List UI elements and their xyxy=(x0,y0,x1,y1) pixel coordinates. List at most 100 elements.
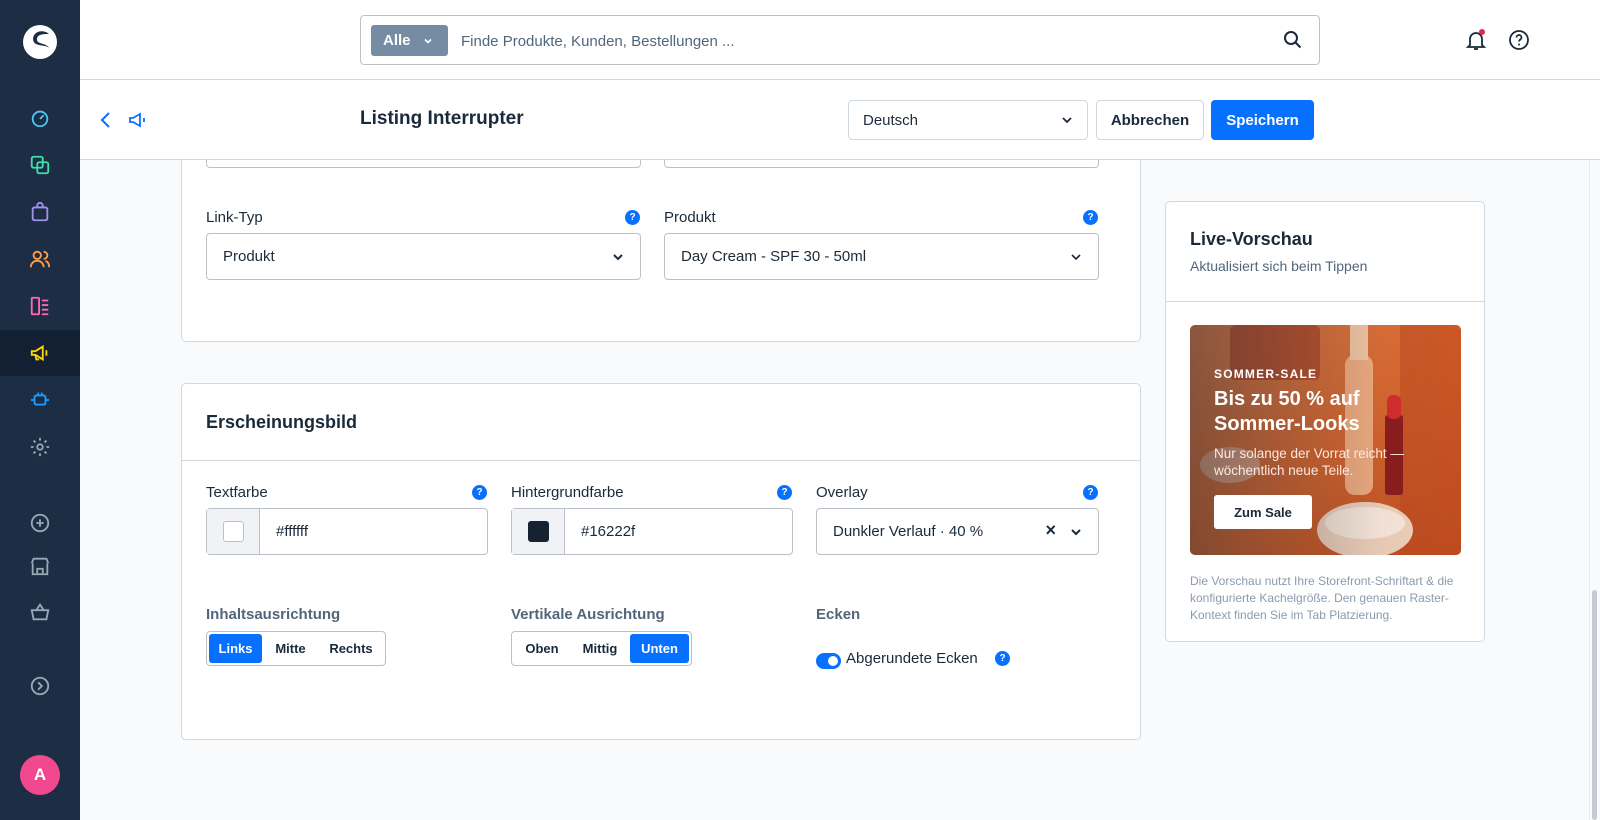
module-icon xyxy=(128,110,148,135)
rounded-corners-toggle[interactable] xyxy=(816,653,841,669)
sidebar-item-marketing[interactable] xyxy=(0,330,80,376)
bg-color-value[interactable]: #16222f xyxy=(565,509,635,554)
preview-tile: SOMMER-SALE Bis zu 50 % auf Sommer-Looks… xyxy=(1190,325,1461,555)
shopware-logo[interactable] xyxy=(22,24,58,60)
cancel-button[interactable]: Abbrechen xyxy=(1096,100,1204,140)
product-select[interactable]: Day Cream - SPF 30 - 50ml xyxy=(664,233,1099,280)
shop-icon xyxy=(30,603,50,621)
sidebar-expand[interactable] xyxy=(0,663,80,709)
help-circle-icon xyxy=(1509,30,1529,50)
language-value: Deutsch xyxy=(863,111,919,129)
sidebar-item-extensions[interactable] xyxy=(0,377,80,423)
chevron-down-icon xyxy=(1062,117,1072,124)
sidebar-item-customers[interactable] xyxy=(0,236,80,282)
corners-label: Ecken xyxy=(816,606,861,623)
valign-top-button[interactable]: Oben xyxy=(514,634,570,663)
preview-note: Die Vorschau nutzt Ihre Storefront-Schri… xyxy=(1190,574,1454,622)
page-title: Listing Interrupter xyxy=(360,108,524,129)
overlay-label: Overlay xyxy=(816,484,868,501)
text-color-swatch xyxy=(222,521,244,542)
sidebar-item-dashboard[interactable] xyxy=(0,95,80,141)
sales-channel-icon xyxy=(30,557,50,576)
save-button[interactable]: Speichern xyxy=(1211,100,1314,140)
chevron-down-icon xyxy=(1071,254,1081,261)
align-left-button[interactable]: Links xyxy=(209,634,262,663)
overlay-value: Dunkler Verlauf · 40 % xyxy=(833,523,984,540)
help-icon[interactable]: ? xyxy=(1083,210,1098,225)
preview-subtitle: Aktualisiert sich beim Tippen xyxy=(1190,258,1368,274)
search-icon[interactable] xyxy=(1283,30,1303,50)
align-center-button[interactable]: Mitte xyxy=(262,634,319,663)
clear-icon[interactable]: × xyxy=(1045,520,1056,541)
avatar[interactable]: A xyxy=(20,755,60,795)
card-title: Erscheinungsbild xyxy=(206,412,358,432)
appearance-card: Erscheinungsbild Textfarbe ? #ffffff Hin… xyxy=(181,383,1141,740)
help-icon[interactable]: ? xyxy=(625,210,640,225)
language-switch[interactable]: Deutsch xyxy=(848,100,1088,140)
preview-title: Live-Vorschau xyxy=(1190,229,1313,249)
chevron-down-icon xyxy=(613,254,623,261)
overlay-select[interactable]: Dunkler Verlauf · 40 % × xyxy=(816,508,1099,555)
sidebar-item-add-sales-channel[interactable] xyxy=(0,500,80,546)
sidebar-item-catalogue[interactable] xyxy=(0,142,80,188)
notifications-button[interactable] xyxy=(1465,29,1487,56)
valign-bottom-button[interactable]: Unten xyxy=(630,634,689,663)
sidebar-item-sales-channel[interactable] xyxy=(0,543,80,589)
back-button[interactable] xyxy=(98,110,114,135)
rounded-corners-label: Abgerundete Ecken xyxy=(846,650,978,667)
link-type-select[interactable]: Produkt xyxy=(206,233,641,280)
global-search: Alle xyxy=(360,15,1320,65)
preview-cta-button[interactable]: Zum Sale xyxy=(1214,495,1312,529)
valign-middle-button[interactable]: Mittig xyxy=(570,634,630,663)
bg-color-field[interactable]: #16222f xyxy=(511,508,793,555)
bg-color-swatch xyxy=(527,521,549,542)
sidebar-item-shop[interactable] xyxy=(0,589,80,635)
catalogue-icon xyxy=(30,155,50,175)
help-icon[interactable]: ? xyxy=(995,651,1010,666)
content-alignment-label: Inhaltsausrichtung xyxy=(206,606,341,623)
help-icon[interactable]: ? xyxy=(1083,485,1098,500)
bg-color-label: Hintergrundfarbe xyxy=(511,484,624,501)
divider xyxy=(1166,301,1484,302)
orders-icon xyxy=(31,201,49,222)
link-type-label: Link-Typ xyxy=(206,209,263,226)
sidebar-item-orders[interactable] xyxy=(0,189,80,235)
chevron-left-icon xyxy=(100,112,110,128)
text-color-value[interactable]: #ffffff xyxy=(260,509,308,554)
product-label: Produkt xyxy=(664,209,716,226)
dashboard-icon xyxy=(31,110,49,128)
preview-body: Nur solange der Vorrat reicht — wöchentl… xyxy=(1214,446,1404,478)
live-preview-card: Live-Vorschau Aktualisiert sich beim Tip… xyxy=(1165,201,1485,642)
product-value: Day Cream - SPF 30 - 50ml xyxy=(681,248,867,265)
search-type-selector[interactable]: Alle xyxy=(371,25,448,56)
divider xyxy=(182,460,1140,461)
search-input[interactable] xyxy=(461,28,1241,54)
preview-headline: Bis zu 50 % auf Sommer-Looks xyxy=(1214,388,1360,435)
align-right-button[interactable]: Rechts xyxy=(319,634,383,663)
help-icon[interactable]: ? xyxy=(777,485,792,500)
link-type-value: Produkt xyxy=(223,248,275,265)
color-swatch-button[interactable] xyxy=(207,509,260,554)
customers-icon xyxy=(29,250,51,268)
scrollbar-thumb[interactable] xyxy=(1592,590,1597,820)
text-color-field[interactable]: #ffffff xyxy=(206,508,488,555)
chevron-down-icon xyxy=(1071,529,1081,536)
megaphone-icon xyxy=(129,112,145,128)
sidebar-item-content[interactable] xyxy=(0,283,80,329)
extensions-icon xyxy=(30,392,50,406)
smart-bar: Listing Interrupter Deutsch Abbrechen Sp… xyxy=(80,80,1600,160)
help-button[interactable] xyxy=(1508,29,1530,56)
expand-icon xyxy=(30,676,50,696)
color-swatch-button[interactable] xyxy=(512,509,565,554)
add-icon xyxy=(30,513,50,533)
search-type-label: Alle xyxy=(383,32,411,49)
help-icon[interactable]: ? xyxy=(472,485,487,500)
sidebar-item-settings[interactable] xyxy=(0,424,80,470)
chevron-down-icon xyxy=(423,38,432,44)
content-icon xyxy=(30,296,49,316)
content-alignment-group: Links Mitte Rechts xyxy=(206,631,386,666)
sidebar: A xyxy=(0,0,80,820)
marketing-icon xyxy=(30,344,48,362)
preview-eyebrow: SOMMER-SALE xyxy=(1214,367,1318,381)
vertical-alignment-group: Oben Mittig Unten xyxy=(511,631,692,666)
